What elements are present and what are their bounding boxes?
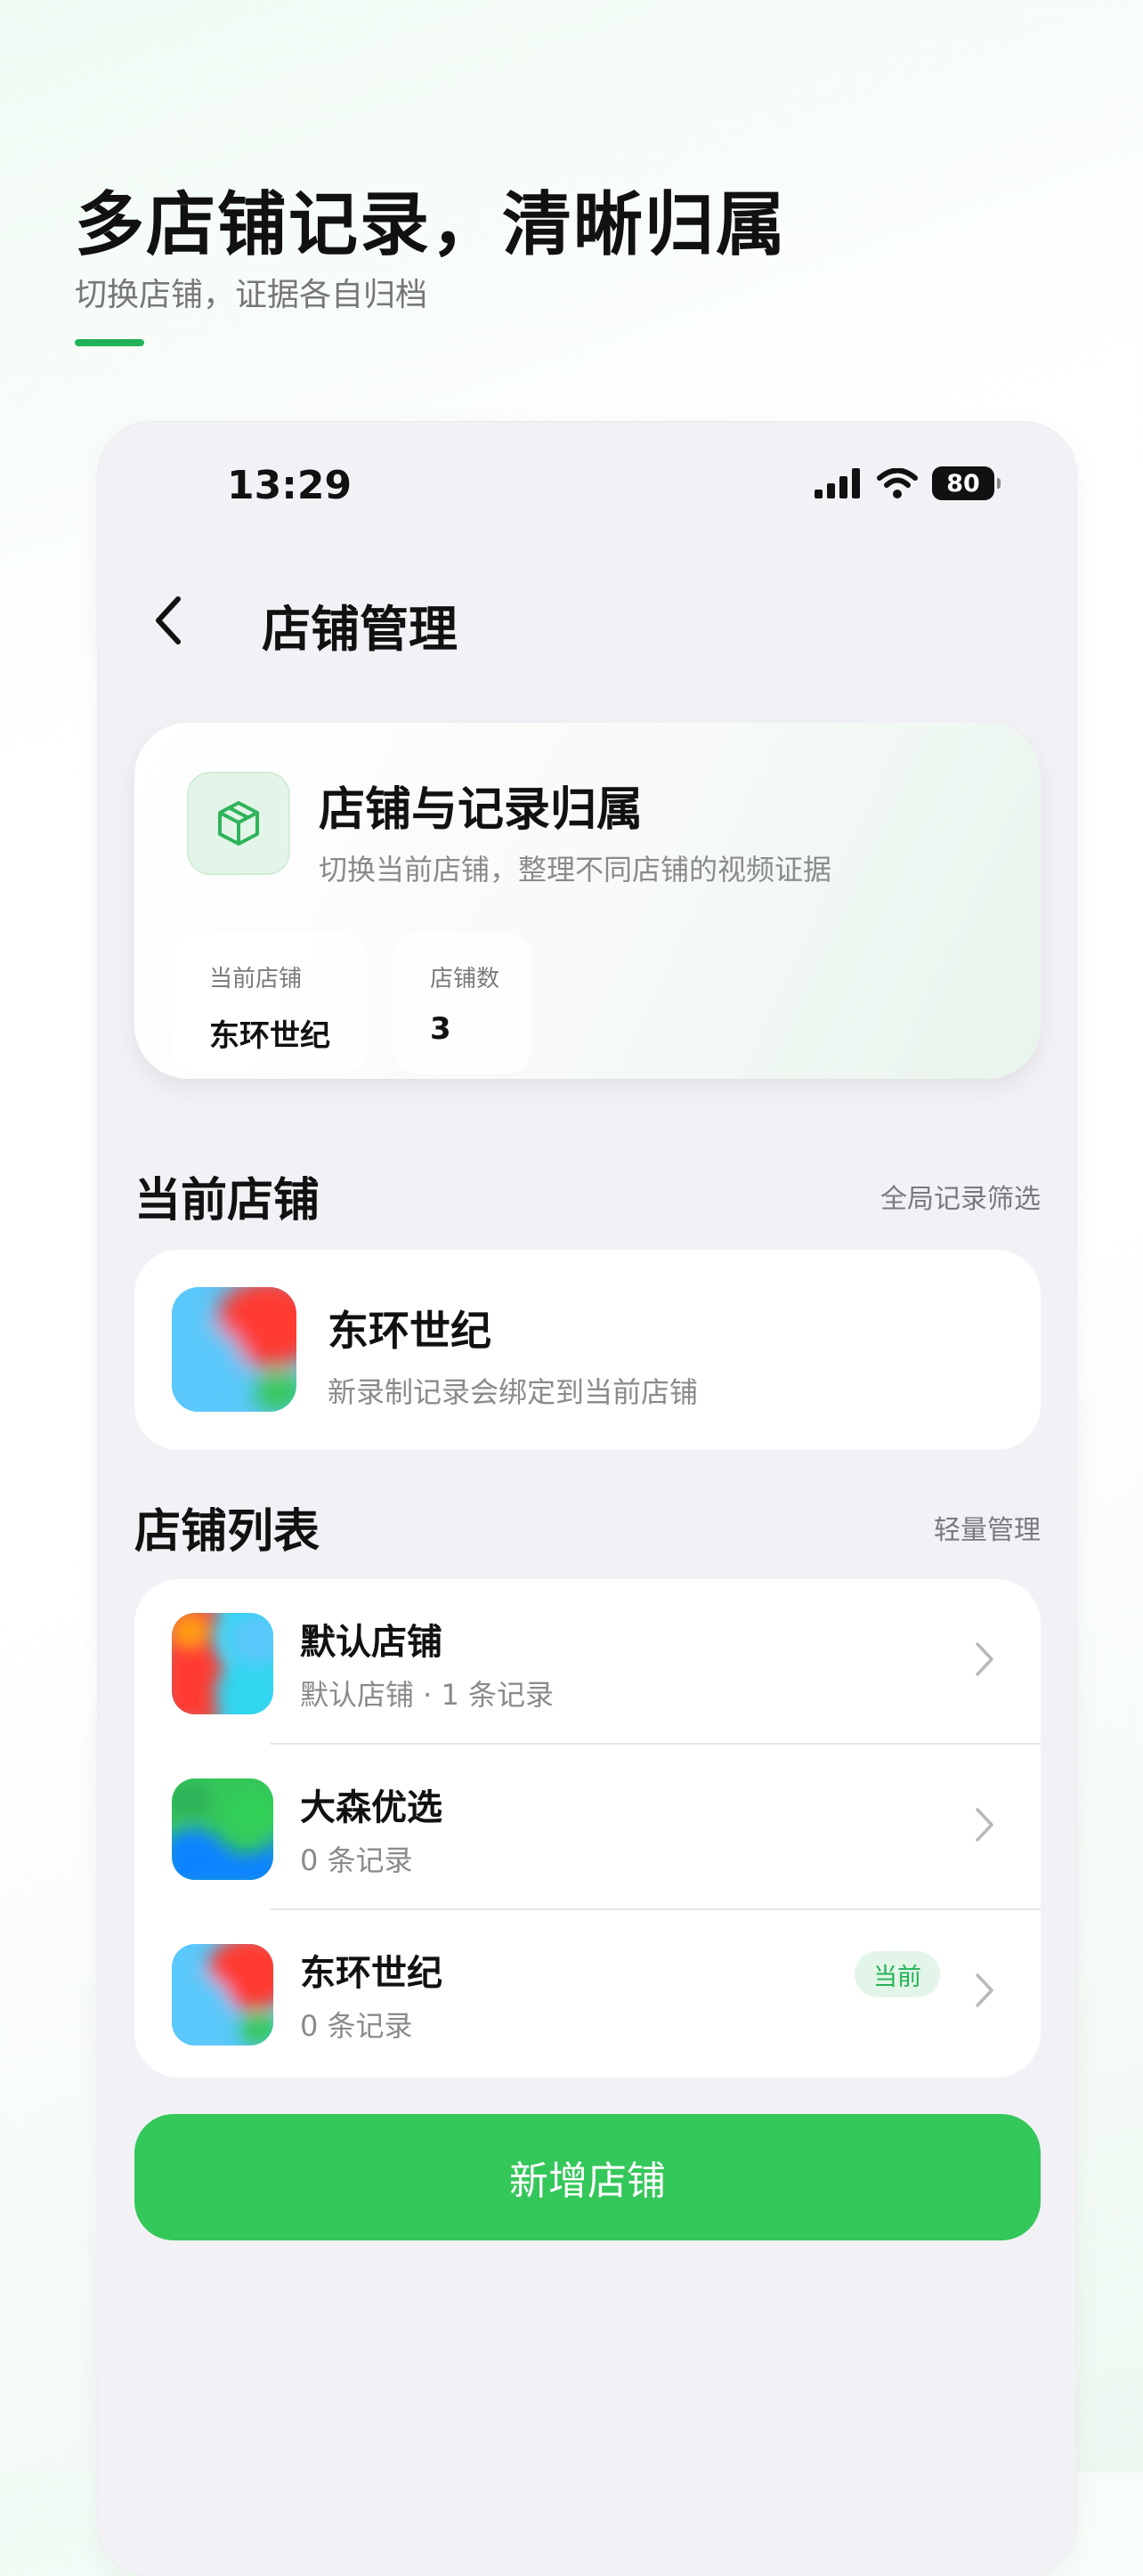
page-title: 店铺管理 <box>262 601 458 658</box>
stat-label: 店铺数 <box>430 966 500 992</box>
promo-title: 多店铺记录，清晰归属 <box>75 185 788 265</box>
promo-accent-bar <box>75 339 144 346</box>
global-record-filter-link[interactable]: 全局记录筛选 <box>880 1177 1041 1216</box>
store-list: 默认店铺 默认店铺 · 1 条记录 大森优选 0 条记录 东环世纪 0 条记录 … <box>134 1579 1041 2078</box>
hero-card: 店铺与记录归属 切换当前店铺，整理不同店铺的视频证据 当前店铺 东环世纪 店铺数… <box>134 723 1041 1079</box>
hero-title: 店铺与记录归属 <box>319 783 644 837</box>
store-row-donghuan[interactable]: 东环世纪 0 条记录 当前 <box>134 1910 1041 2076</box>
stat-value: 东环世纪 <box>209 1018 330 1054</box>
store-record-count: 默认店铺 · 1 条记录 <box>300 1678 555 1712</box>
phone-screen: 13:29 80 店铺管理 店铺与记录归属 切换当前店铺，整理不同店铺的视频证据… <box>98 422 1076 2576</box>
battery-icon: 80 <box>932 466 1001 500</box>
hero-icon-tile <box>187 772 290 875</box>
store-count-stat: 店铺数 3 <box>393 932 532 1074</box>
back-button[interactable] <box>139 591 198 650</box>
store-avatar <box>172 1287 296 1412</box>
store-row-default[interactable]: 默认店铺 默认店铺 · 1 条记录 <box>134 1579 1041 1745</box>
status-time: 13:29 <box>227 463 353 508</box>
store-row-dasen[interactable]: 大森优选 0 条记录 <box>134 1745 1041 1910</box>
store-name: 东环世纪 <box>300 1953 442 1994</box>
store-avatar <box>172 1778 273 1880</box>
hero-subtitle: 切换当前店铺，整理不同店铺的视频证据 <box>319 853 832 887</box>
chevron-right-icon <box>976 1973 993 2007</box>
light-manage-link[interactable]: 轻量管理 <box>934 1508 1041 1547</box>
wifi-icon <box>877 468 918 498</box>
cube-icon <box>218 801 259 846</box>
current-store-heading: 当前店铺 <box>134 1174 320 1227</box>
current-store-name: 东环世纪 <box>328 1307 491 1355</box>
promo-subtitle: 切换店铺，证据各自归档 <box>75 277 428 313</box>
store-avatar <box>172 1613 273 1714</box>
store-avatar <box>172 1944 273 2045</box>
store-record-count: 0 条记录 <box>300 1843 413 1877</box>
chevron-right-icon <box>976 1642 993 1676</box>
current-store-description: 新录制记录会绑定到当前店铺 <box>328 1375 699 1409</box>
store-list-heading: 店铺列表 <box>134 1505 320 1559</box>
current-store-stat: 当前店铺 东环世纪 <box>172 932 369 1074</box>
status-icons: 80 <box>815 466 1001 500</box>
chevron-right-icon <box>976 1808 993 1842</box>
signal-icon <box>815 468 860 498</box>
current-store-card[interactable]: 东环世纪 新录制记录会绑定到当前店铺 <box>134 1250 1041 1450</box>
store-name: 默认店铺 <box>300 1622 442 1663</box>
stat-label: 当前店铺 <box>209 966 303 992</box>
store-name: 大森优选 <box>300 1787 442 1828</box>
stat-value: 3 <box>430 1011 451 1047</box>
chevron-left-icon <box>156 596 181 644</box>
current-badge: 当前 <box>855 1951 940 1997</box>
battery-level: 80 <box>946 469 980 498</box>
store-record-count: 0 条记录 <box>300 2009 413 2043</box>
add-store-button[interactable]: 新增店铺 <box>134 2114 1041 2240</box>
